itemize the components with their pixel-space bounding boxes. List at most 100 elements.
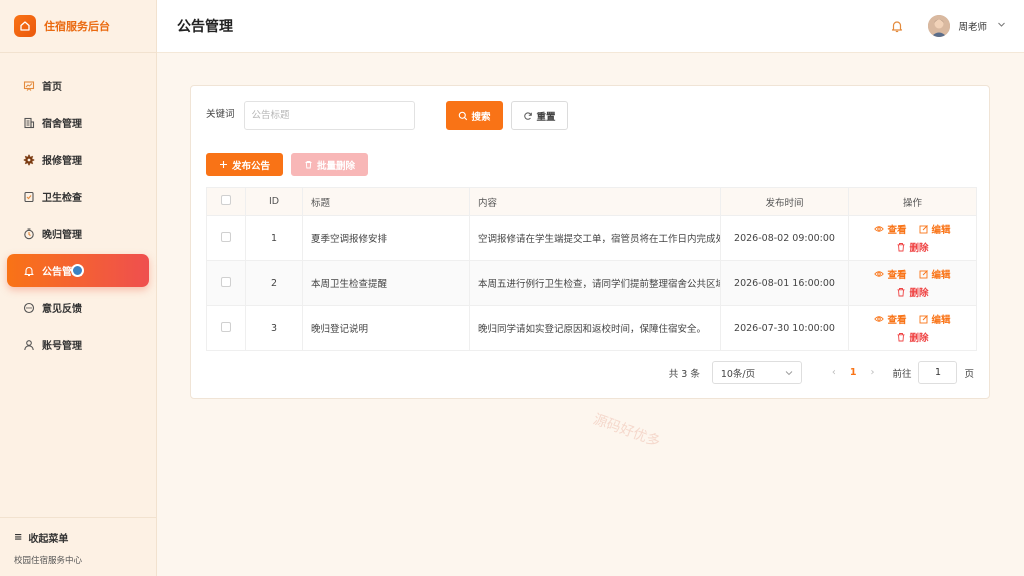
delete-button[interactable]: 删除 [896, 330, 929, 344]
building-icon [23, 117, 35, 129]
view-button[interactable]: 查看 [874, 312, 907, 326]
sidebar-item-home[interactable]: 首页 [7, 69, 149, 102]
page-title: 公告管理 [177, 19, 233, 35]
page-unit-label: 页 [964, 368, 974, 380]
cell-time: 2026-07-30 10:00:00 [720, 305, 849, 351]
delete-label: 删除 [909, 288, 929, 299]
watermark: 源码好优多 [591, 411, 663, 451]
chevron-down-icon[interactable] [997, 20, 1006, 32]
select-all-checkbox[interactable] [221, 195, 231, 205]
view-label: 查看 [887, 225, 907, 236]
announcement-table: ID 标题 内容 发布时间 操作 1 夏季空调报修安排 空调报修请在学生端提交工… [206, 187, 977, 351]
top-header: 公告管理 周老师 [157, 0, 1024, 53]
cell-ops: 查看 编辑 删除 [848, 305, 977, 351]
trash-icon [897, 243, 905, 252]
cell-ops: 查看 编辑 删除 [848, 260, 977, 306]
table-row: 3 晚归登记说明 晚归同学请如实登记原因和返校时间，保障住宿安全。 2026-0… [206, 305, 977, 351]
reset-button[interactable]: 重置 [510, 101, 568, 130]
home-logo-icon [14, 15, 36, 37]
row-checkbox[interactable] [221, 276, 231, 287]
search-button-label: 搜索 [471, 111, 491, 123]
gear-icon [23, 154, 35, 166]
delete-button[interactable]: 删除 [896, 240, 929, 254]
chevron-down-icon [785, 370, 793, 375]
chart-board-icon [23, 80, 35, 92]
sidebar-item-label: 账号管理 [42, 341, 82, 352]
publish-label: 发布公告 [231, 160, 270, 172]
table-header-row: ID 标题 内容 发布时间 操作 [206, 187, 977, 216]
header-right: 周老师 [890, 15, 1006, 37]
column-header-content: 内容 [469, 187, 721, 216]
chat-icon [23, 302, 35, 314]
collapse-menu-button[interactable]: ≡ 收起菜单 [14, 530, 156, 545]
column-header-ops: 操作 [848, 187, 977, 216]
sidebar-item-label: 报修管理 [42, 156, 82, 167]
row-checkbox[interactable] [221, 321, 231, 332]
batch-delete-button[interactable]: 批量删除 [291, 153, 368, 176]
user-name[interactable]: 周老师 [958, 19, 987, 33]
cell-time: 2026-08-01 16:00:00 [720, 260, 849, 306]
delete-label: 删除 [909, 243, 929, 254]
page-size-select[interactable]: 10条/页 [711, 361, 802, 384]
edit-button[interactable]: 编辑 [919, 222, 951, 236]
announcement-card: 关键词 搜索 重置 发布公告 批量删除 [190, 85, 990, 399]
sidebar-item-late-return[interactable]: 晚归管理 [7, 217, 149, 250]
sidebar-item-label: 首页 [42, 82, 62, 93]
view-button[interactable]: 查看 [874, 222, 907, 236]
timer-icon [23, 227, 35, 240]
prev-page-button[interactable]: ‹ [832, 367, 836, 378]
edit-label: 编辑 [931, 225, 951, 236]
sidebar-footer: ≡ 收起菜单 校园住宿服务中心 [0, 517, 156, 576]
view-label: 查看 [887, 315, 907, 326]
keyword-input[interactable] [243, 101, 415, 130]
sidebar-item-dorm[interactable]: 宿舍管理 [7, 106, 149, 139]
cell-title: 夏季空调报修安排 [302, 215, 470, 261]
delete-label: 删除 [909, 333, 929, 344]
sidebar-item-account[interactable]: 账号管理 [7, 328, 149, 361]
edit-icon [919, 225, 928, 234]
checklist-icon [23, 191, 35, 203]
collapse-label: 收起菜单 [28, 534, 69, 545]
column-header-title: 标题 [302, 187, 470, 216]
action-row: 发布公告 批量删除 [206, 153, 368, 176]
search-button[interactable]: 搜索 [445, 101, 503, 130]
user-icon [23, 339, 35, 351]
sidebar-item-label: 卫生检查 [42, 193, 82, 204]
goto-page-input[interactable] [918, 361, 958, 384]
publish-announcement-button[interactable]: 发布公告 [206, 153, 283, 176]
sidebar-item-announcement[interactable]: 公告管理 [7, 254, 149, 287]
view-label: 查看 [887, 270, 907, 281]
avatar[interactable] [928, 15, 951, 37]
sidebar-item-feedback[interactable]: 意见反馈 [7, 291, 149, 324]
sidebar-item-hygiene[interactable]: 卫生检查 [7, 180, 149, 213]
view-button[interactable]: 查看 [874, 267, 907, 281]
table-row: 1 夏季空调报修安排 空调报修请在学生端提交工单，宿管员将在工作日内完成处理 2… [206, 215, 977, 261]
refresh-icon [523, 111, 533, 121]
page-number-current[interactable]: 1 [850, 367, 857, 378]
cursor-indicator [71, 264, 84, 277]
next-page-button[interactable]: › [870, 367, 874, 378]
notification-bell-icon[interactable] [890, 19, 904, 33]
cell-title: 本周卫生检查提醒 [302, 260, 470, 306]
row-checkbox[interactable] [221, 231, 231, 242]
cell-id: 1 [245, 215, 303, 261]
edit-button[interactable]: 编辑 [919, 267, 951, 281]
edit-button[interactable]: 编辑 [919, 312, 951, 326]
reset-button-label: 重置 [536, 111, 556, 123]
delete-button[interactable]: 删除 [896, 285, 929, 299]
table-row: 2 本周卫生检查提醒 本周五进行例行卫生检查，请同学们提前整理宿舍公共区域 20… [206, 260, 977, 306]
search-icon [458, 111, 468, 121]
column-header-id: ID [245, 187, 303, 216]
trash-icon [304, 160, 313, 169]
search-form: 关键词 搜索 重置 [206, 101, 568, 130]
page-size-value: 10条/页 [720, 368, 756, 380]
goto-label: 前往 [892, 368, 912, 380]
sidebar-item-repair[interactable]: 报修管理 [7, 143, 149, 176]
cell-content: 晚归同学请如实登记原因和返校时间，保障住宿安全。 [469, 305, 721, 351]
brand-title: 住宿服务后台 [44, 20, 110, 33]
brand[interactable]: 住宿服务后台 [0, 0, 156, 53]
sidebar-item-label: 晚归管理 [42, 230, 82, 241]
select-all-cell[interactable] [206, 187, 246, 216]
bell-icon [23, 265, 35, 277]
trash-icon [897, 288, 905, 297]
